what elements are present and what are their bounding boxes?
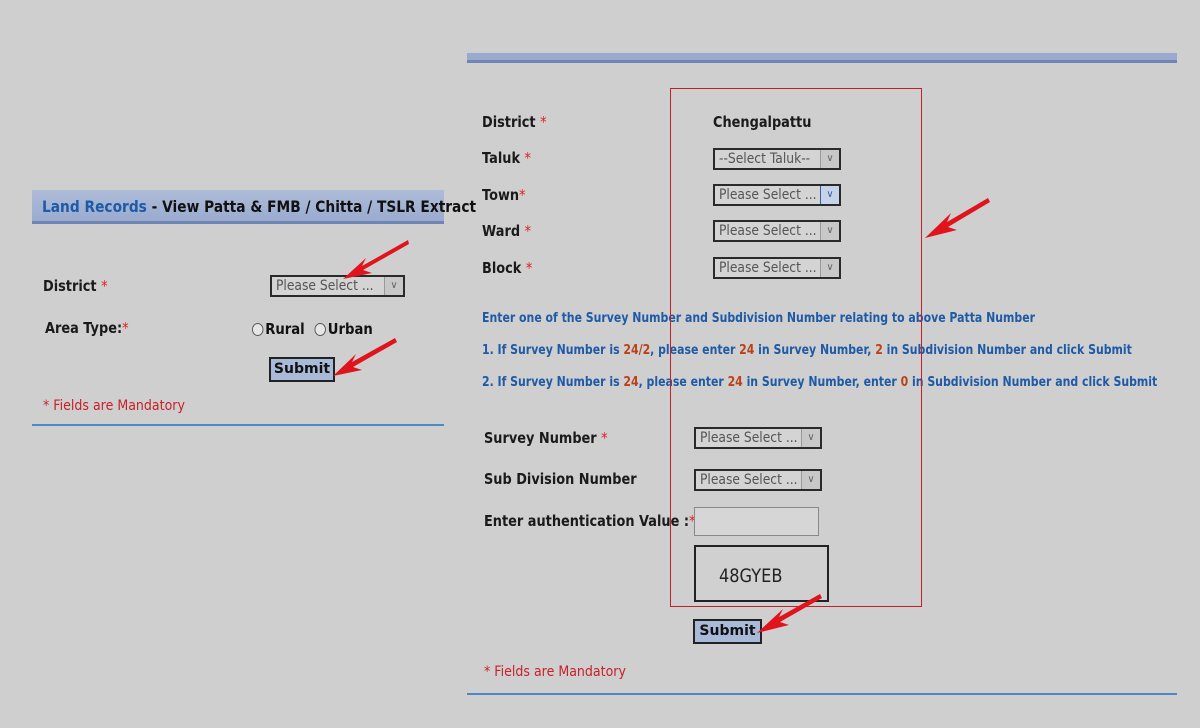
- mandatory-note: * Fields are Mandatory: [43, 398, 185, 414]
- captcha-image: 48GYEB: [694, 545, 829, 602]
- district-value: Chengalpattu: [713, 113, 812, 131]
- chevron-down-icon: ∨: [820, 150, 839, 168]
- area-type-radio-group: Rural Urban: [252, 320, 373, 338]
- radio-icon: [314, 323, 327, 336]
- town-label: Town*: [482, 186, 526, 204]
- block-label: Block *: [482, 259, 533, 277]
- taluk-select[interactable]: --Select Taluk-- ∨: [713, 148, 841, 170]
- district-label: District *: [43, 277, 108, 295]
- instructions-intro: Enter one of the Survey Number and Subdi…: [482, 311, 1036, 326]
- rural-radio[interactable]: Rural: [252, 320, 305, 338]
- chevron-down-icon: ∨: [820, 222, 839, 240]
- header-title: - View Patta & FMB / Chitta / TSLR Extra…: [146, 197, 477, 216]
- block-select[interactable]: Please Select ... ∨: [713, 257, 841, 279]
- right-panel-header-bar: [467, 53, 1177, 63]
- arrow-icon: [333, 338, 397, 376]
- chevron-down-icon: ∨: [820, 259, 839, 277]
- taluk-label: Taluk *: [482, 149, 531, 167]
- radio-icon: [252, 323, 264, 336]
- district-select[interactable]: Please Select ... ∨: [270, 275, 405, 297]
- chevron-down-icon: ∨: [820, 186, 839, 204]
- ward-select[interactable]: Please Select ... ∨: [713, 220, 841, 242]
- instructions-line-2: 2. If Survey Number is 24, please enter …: [482, 375, 1158, 390]
- right-divider: [467, 693, 1177, 695]
- auth-label: Enter authentication Value :*: [484, 512, 696, 530]
- town-select[interactable]: Please Select ... ∨: [713, 184, 841, 206]
- r-mandatory-note: * Fields are Mandatory: [484, 664, 626, 680]
- ward-label: Ward *: [482, 222, 532, 240]
- subdivision-label: Sub Division Number: [484, 470, 637, 488]
- area-type-label: Area Type:*: [45, 319, 129, 337]
- land-records-link[interactable]: Land Records: [42, 197, 147, 216]
- chevron-down-icon: ∨: [801, 429, 820, 447]
- right-submit-button[interactable]: Submit: [693, 619, 762, 644]
- instructions-line-1: 1. If Survey Number is 24/2, please ente…: [482, 343, 1132, 358]
- subdivision-select[interactable]: Please Select ... ∨: [694, 469, 822, 491]
- left-panel-header: Land Records - View Patta & FMB / Chitta…: [32, 190, 476, 224]
- left-divider: [32, 424, 444, 426]
- survey-number-select[interactable]: Please Select ... ∨: [694, 427, 822, 449]
- arrow-icon: [343, 240, 409, 279]
- chevron-down-icon: ∨: [801, 471, 820, 489]
- r-district-label: District *: [482, 113, 547, 131]
- chevron-down-icon: ∨: [384, 277, 403, 295]
- annotation-arrows: [333, 198, 990, 633]
- captcha-text: 48GYEB: [719, 565, 783, 587]
- arrow-icon: [925, 198, 990, 238]
- urban-radio[interactable]: Urban: [314, 320, 373, 338]
- auth-input[interactable]: [694, 507, 819, 536]
- left-submit-button[interactable]: Submit: [269, 357, 335, 382]
- survey-number-label: Survey Number *: [484, 429, 608, 447]
